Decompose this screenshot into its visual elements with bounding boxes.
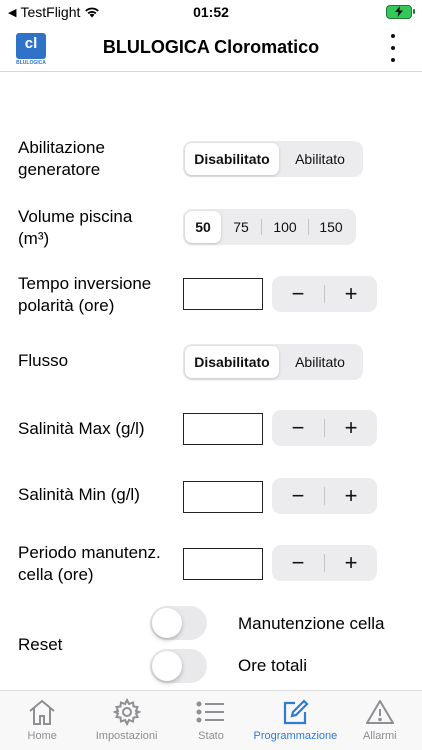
tab-programming[interactable]: Programmazione	[253, 691, 337, 750]
maintenance-period-label: Periodo manutenz. cella (ore)	[18, 543, 161, 584]
tab-bar: Home Impostazioni Stato Programmazione A…	[0, 690, 422, 750]
tab-home[interactable]: Home	[0, 691, 84, 750]
status-bar: ◀ TestFlight 01:52	[0, 0, 422, 24]
tab-alarms[interactable]: Allarmi	[338, 691, 422, 750]
more-menu-icon[interactable]	[388, 34, 398, 62]
polarity-time-stepper: − +	[272, 276, 377, 312]
tab-status-label: Stato	[198, 730, 224, 742]
list-icon	[195, 697, 227, 727]
polarity-time-input[interactable]	[183, 278, 263, 310]
maintenance-period-stepper: − +	[272, 545, 377, 581]
app-header: cl BLULOGICA BLULOGICA Cloromatico	[0, 24, 422, 72]
pool-volume-option-50[interactable]: 50	[185, 211, 221, 243]
reset-total-hours-label: Ore totali	[238, 656, 307, 675]
salinity-max-stepper: − +	[272, 410, 377, 446]
logo-subtext: BLULOGICA	[16, 60, 46, 66]
generator-option-disabled[interactable]: Disabilitato	[185, 143, 279, 175]
generator-label: Abilitazione generatore	[18, 138, 105, 179]
generator-segmented-control: Disabilitato Abilitato	[183, 141, 363, 177]
salinity-max-input[interactable]	[183, 413, 263, 445]
home-icon	[26, 697, 58, 727]
salinity-min-decrement-button[interactable]: −	[272, 478, 324, 514]
pool-volume-label: Volume piscina (m³)	[18, 207, 133, 248]
salinity-min-increment-button[interactable]: +	[325, 478, 377, 514]
gear-icon	[111, 697, 143, 727]
pool-volume-option-75[interactable]: 75	[221, 211, 261, 243]
status-time: 01:52	[193, 4, 229, 20]
tab-settings[interactable]: Impostazioni	[84, 691, 168, 750]
tab-status[interactable]: Stato	[169, 691, 253, 750]
toggle-knob	[152, 608, 182, 638]
pool-volume-option-100[interactable]: 100	[262, 211, 308, 243]
battery-charging-icon	[386, 5, 415, 19]
pool-volume-segmented-control: 50 75 100 150	[183, 209, 356, 245]
warning-icon	[364, 697, 396, 727]
maintenance-period-increment-button[interactable]: +	[325, 545, 377, 581]
salinity-max-decrement-button[interactable]: −	[272, 410, 324, 446]
flow-option-enabled[interactable]: Abilitato	[279, 346, 361, 378]
polarity-time-increment-button[interactable]: +	[325, 276, 377, 312]
salinity-min-label: Salinità Min (g/l)	[18, 485, 140, 504]
edit-icon	[279, 697, 311, 727]
maintenance-period-input[interactable]	[183, 548, 263, 580]
polarity-time-label: Tempo inversione polarità (ore)	[18, 274, 152, 315]
flow-label: Flusso	[18, 351, 69, 370]
generator-option-enabled[interactable]: Abilitato	[279, 143, 361, 175]
reset-label: Reset	[18, 635, 63, 654]
reset-cell-maintenance-label: Manutenzione cella	[238, 614, 385, 633]
tab-programming-label: Programmazione	[253, 730, 338, 742]
reset-total-hours-toggle[interactable]	[150, 649, 207, 683]
salinity-max-increment-button[interactable]: +	[325, 410, 377, 446]
page-title: BLULOGICA Cloromatico	[102, 37, 320, 57]
salinity-min-input[interactable]	[183, 481, 263, 513]
polarity-time-decrement-button[interactable]: −	[272, 276, 324, 312]
tab-alarms-label: Allarmi	[363, 730, 397, 742]
flow-option-disabled[interactable]: Disabilitato	[185, 346, 279, 378]
salinity-max-label: Salinità Max (g/l)	[18, 419, 145, 438]
toggle-knob	[152, 651, 182, 681]
maintenance-period-decrement-button[interactable]: −	[272, 545, 324, 581]
tab-home-label: Home	[27, 730, 57, 742]
pool-volume-option-150[interactable]: 150	[309, 211, 353, 243]
flow-segmented-control: Disabilitato Abilitato	[183, 344, 363, 380]
salinity-min-stepper: − +	[272, 478, 377, 514]
tab-settings-label: Impostazioni	[95, 730, 158, 742]
reset-cell-maintenance-toggle[interactable]	[150, 606, 207, 640]
